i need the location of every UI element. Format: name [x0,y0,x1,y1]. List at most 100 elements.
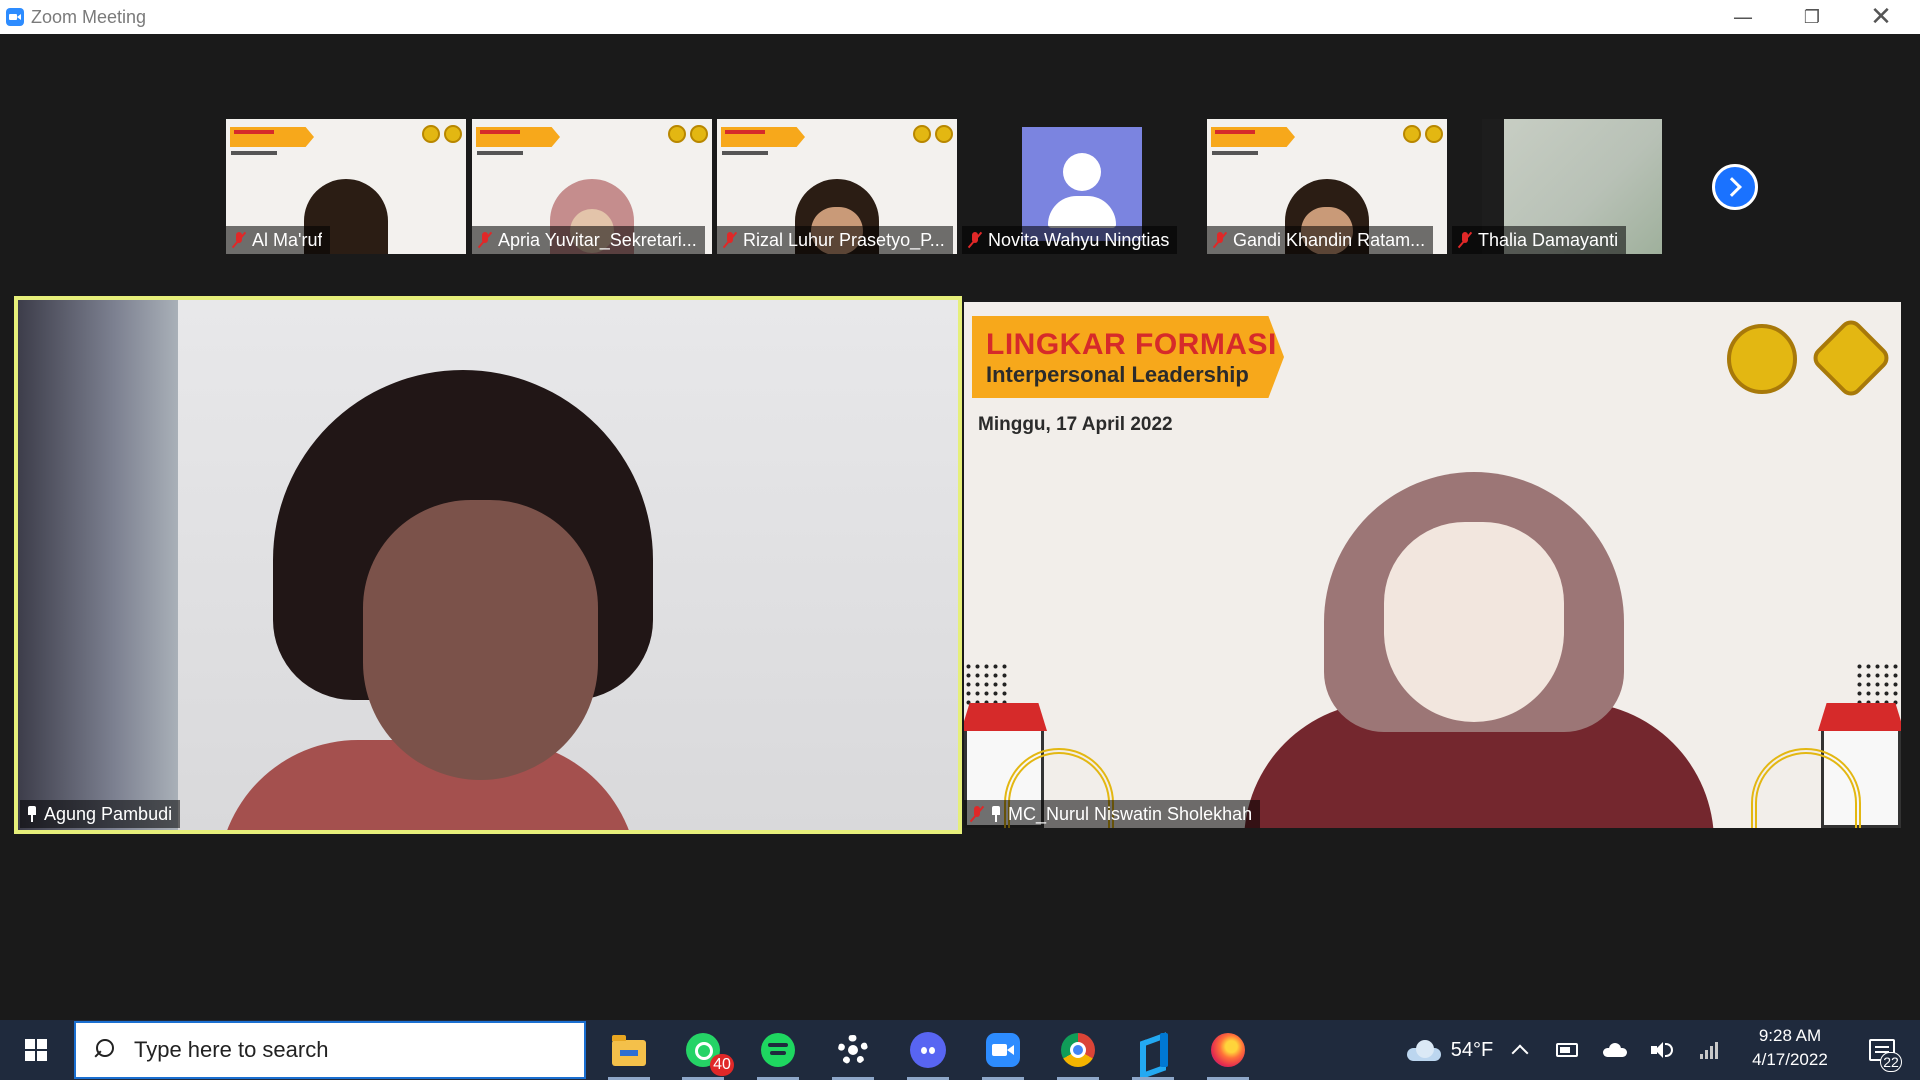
participant-name: Agung Pambudi [44,803,173,824]
taskbar-app-settings[interactable] [816,1020,890,1080]
spotify-icon [761,1033,795,1067]
weather-temperature: 54°F [1450,1038,1494,1061]
participant-tile[interactable]: Rizal Luhur Prasetyo_P... [717,119,957,254]
emblem-icon [913,125,931,143]
chevron-up-icon [1511,1044,1529,1062]
participant-name: MC_Nurul Niswatin Sholekhah [1008,803,1253,824]
close-button[interactable]: ✕ [1852,0,1910,34]
main-video-tile-right[interactable]: LINGKAR FORMASI Interpersonal Leadership… [964,302,1901,828]
slide-banner [721,127,805,147]
weather-widget[interactable]: 54°F [1390,1020,1510,1080]
discord-icon [910,1032,946,1068]
speaker-icon [1651,1040,1675,1060]
mic-muted-icon [970,805,984,823]
pin-icon [990,805,1002,823]
notification-count: 22 [1880,1052,1902,1072]
network-button[interactable] [1696,1020,1726,1080]
participant-name-bar: Apria Yuvitar_Sekretari... [472,226,705,254]
slide-subtitle: Interpersonal Leadership [986,362,1249,387]
zoom-logo-icon [6,8,24,26]
show-hidden-icons-button[interactable] [1505,1020,1535,1080]
taskbar-app-whatsapp[interactable]: 40 [666,1020,740,1080]
vscode-icon [1136,1033,1170,1067]
participant-name-bar: MC_Nurul Niswatin Sholekhah [964,800,1261,828]
search-input[interactable] [134,1037,554,1063]
taskbar-app-firefox[interactable] [1191,1020,1265,1080]
participant-tile[interactable]: Novita Wahyu Ningtias [962,119,1202,254]
participant-name: Novita Wahyu Ningtias [988,229,1170,250]
taskbar-app-spotify[interactable] [741,1020,815,1080]
window-title: Zoom Meeting [31,7,147,27]
participant-name-bar: Agung Pambudi [20,800,181,828]
unread-badge: 40 [710,1054,734,1076]
gear-icon [838,1035,868,1065]
restore-button[interactable]: ❐ [1783,0,1841,34]
onedrive-button[interactable] [1600,1020,1630,1080]
taskbar-app-discord[interactable] [891,1020,965,1080]
emblem-icon [690,125,708,143]
participant-name-bar: Thalia Damayanti [1452,226,1627,254]
firefox-icon [1211,1033,1245,1067]
participant-name: Gandi Khandin Ratam... [1233,229,1426,250]
participant-name-bar: Gandi Khandin Ratam... [1207,226,1434,254]
notification-center-button[interactable]: 22 [1856,1020,1908,1080]
mic-muted-icon [232,231,246,249]
title-bar: Zoom Meeting — ❐ ✕ [0,0,1920,34]
participant-name: Rizal Luhur Prasetyo_P... [743,229,945,250]
zoom-icon [986,1033,1020,1067]
emblem-icon [668,125,686,143]
taskbar: 40 54°F 9 [0,1020,1920,1080]
participant-tile[interactable]: Al Ma'ruf [226,119,466,254]
mic-muted-icon [1458,231,1472,249]
taskbar-app-zoom[interactable] [966,1020,1040,1080]
emblem-icon [422,125,440,143]
participant-tile[interactable]: Gandi Khandin Ratam... [1207,119,1447,254]
onedrive-cloud-icon [1603,1043,1627,1057]
mic-muted-icon [1213,231,1227,249]
participant-tile[interactable]: Apria Yuvitar_Sekretari... [472,119,712,254]
emblem-icon [444,125,462,143]
slide-banner [476,127,560,147]
search-icon [90,1037,116,1063]
mic-muted-icon [968,231,982,249]
mic-muted-icon [723,231,737,249]
cloud-icon [1406,1040,1441,1061]
next-page-button[interactable] [1712,164,1758,210]
taskbar-app-vscode[interactable] [1116,1020,1190,1080]
minimize-button[interactable]: — [1714,0,1772,34]
chrome-icon [1061,1033,1095,1067]
participant-name-bar: Rizal Luhur Prasetyo_P... [717,226,953,254]
main-video-tile-left[interactable]: Agung Pambudi [14,296,962,834]
emblem-icon [1727,324,1797,394]
taskbar-app-file-explorer[interactable] [592,1020,666,1080]
pin-icon [26,805,38,823]
taskbar-clock[interactable]: 9:28 AM 4/17/2022 [1735,1024,1845,1072]
mic-muted-icon [478,231,492,249]
emblem-icon [1425,125,1443,143]
participant-name: Apria Yuvitar_Sekretari... [498,229,697,250]
clock-time: 9:28 AM [1758,1026,1822,1045]
participant-name: Al Ma'ruf [252,229,323,250]
windows-logo-icon [25,1039,47,1061]
default-avatar-icon [1063,153,1101,191]
slide-banner [1211,127,1295,147]
volume-button[interactable] [1648,1020,1678,1080]
slide-banner [230,127,314,147]
emblem-icon [1403,125,1421,143]
participant-name-bar: Al Ma'ruf [226,226,331,254]
folder-icon [612,1035,646,1066]
participant-name-bar: Novita Wahyu Ningtias [962,226,1178,254]
participant-tile[interactable]: Thalia Damayanti [1452,119,1692,254]
network-icon [1700,1041,1722,1059]
emblem-icon [935,125,953,143]
participant-name: Thalia Damayanti [1478,229,1619,250]
battery-button[interactable] [1552,1020,1582,1080]
slide-title: LINGKAR FORMASI [986,328,1277,361]
taskbar-search[interactable] [74,1021,586,1079]
clock-date: 4/17/2022 [1752,1050,1828,1069]
emblem-icon [1808,315,1894,401]
start-button[interactable] [10,1020,62,1080]
slide-date: Minggu, 17 April 2022 [978,414,1173,435]
battery-icon [1556,1043,1578,1057]
taskbar-app-chrome[interactable] [1041,1020,1115,1080]
